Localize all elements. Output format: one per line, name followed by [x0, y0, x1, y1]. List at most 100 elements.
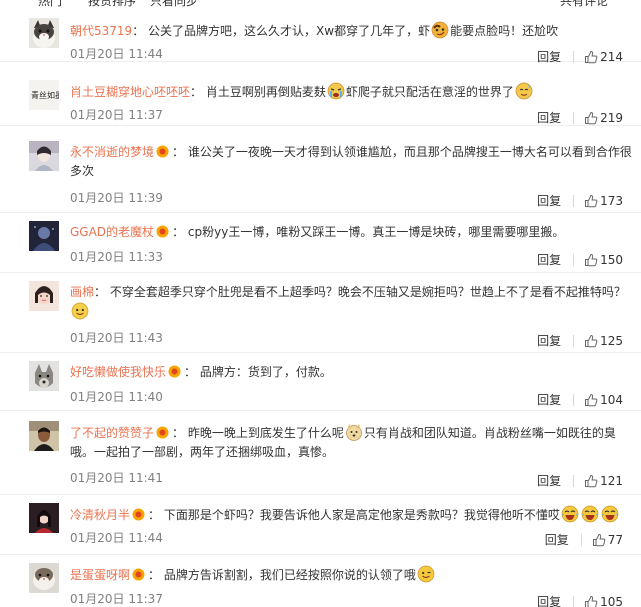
thumbs-up-icon: [585, 111, 598, 124]
comment-actions: 回复 173: [537, 192, 623, 209]
wink-emoji-icon: [417, 565, 435, 583]
reply-button[interactable]: 回复: [537, 593, 561, 607]
comment-item: GGAD的老魔杖 ： cp粉yy王一博，唯粉又踩王一博。真王一博是块砖，哪里需要哪…: [0, 213, 641, 273]
comment-text: 品牌方：货到了，付款。: [199, 365, 332, 379]
comment-item: 画棉： 不穿全套超季只穿个肚兜是看不上超季吗？晚会不压轴又是婉拒吗？世趋上不了是…: [0, 273, 641, 353]
thumbs-up-icon: [585, 595, 598, 607]
action-divider: [573, 253, 575, 266]
thumbs-up-icon: [585, 393, 598, 406]
comment-text: 公关了品牌方吧，这么久才认，Xw都穿了几年了，虾: [148, 24, 431, 38]
comment-text: 谁公关了一夜晚一天才得到认领谁尴尬，而且那个品牌搜王一博大名可以看到合作很多次: [70, 145, 632, 178]
avatar[interactable]: [29, 141, 59, 171]
avatar[interactable]: [29, 221, 59, 251]
username-link[interactable]: 画棉: [70, 285, 94, 299]
thumbs-up-icon: [592, 533, 606, 546]
thumbs-up-icon: [585, 334, 598, 347]
reply-button[interactable]: 回复: [537, 109, 561, 126]
like-button[interactable]: 219: [584, 111, 623, 125]
crying-emoji-icon: [327, 82, 345, 100]
vip-badge-icon: [132, 568, 145, 581]
comment-text: 品牌方告诉割割，我们已经按照你说的认领了哦: [163, 568, 416, 582]
vip-badge-icon: [156, 225, 169, 238]
comment-actions: 回复 214: [537, 48, 623, 65]
like-button[interactable]: 173: [584, 194, 623, 208]
username-link[interactable]: 是蛋蛋呀啊: [70, 568, 130, 582]
like-count: 173: [600, 193, 623, 208]
comment-item: 青丝如墨 肖土豆糊穿地心呸呸呸： 肖土豆啊别再倒贴麦麸 虾爬子就只配活在意淫的世界…: [0, 72, 641, 126]
avatar[interactable]: [29, 281, 59, 311]
comment-timestamp: 01月20日 11:41: [70, 471, 163, 485]
username-link[interactable]: 了不起的赞赞子: [70, 426, 154, 440]
comment-actions: 回复 104: [537, 391, 623, 408]
comment-actions: 回复 77: [545, 531, 623, 548]
avatar[interactable]: [29, 361, 59, 391]
like-button[interactable]: 104: [584, 393, 623, 407]
like-count: 77: [607, 532, 623, 547]
like-button[interactable]: 125: [584, 334, 623, 348]
comment-actions: 回复 105: [537, 593, 623, 607]
thumbs-up-icon: [585, 194, 598, 207]
action-divider: [573, 595, 575, 607]
separator: ：: [172, 426, 185, 440]
comment-text: 不穿全套超季只穿个肚兜是看不上超季吗？晚会不压轴又是婉拒吗？世趋上不了是看不起推…: [109, 285, 626, 299]
comment-body: GGAD的老魔杖 ： cp粉yy王一博，唯粉又踩王一博。真王一博是块砖，哪里需要哪…: [70, 223, 632, 242]
username-link[interactable]: 朝代53719: [70, 24, 132, 38]
sort-bar: 热门 按赞排序 只看同步 共有评论: [0, 0, 641, 8]
comment-body: 了不起的赞赞子： 昨晚一晚上到底发生了什么呢 只有肖战和团队知道。肖战粉丝嘴一如既…: [70, 423, 632, 462]
like-count: 150: [600, 252, 623, 267]
comment-actions: 回复 150: [537, 251, 623, 268]
avatar[interactable]: [29, 18, 59, 48]
like-count: 104: [600, 392, 623, 407]
like-button[interactable]: 77: [592, 533, 623, 547]
comment-text-continued: 虾爬子就只配活在意淫的世界了: [345, 85, 514, 99]
reply-button[interactable]: 回复: [545, 531, 569, 548]
reply-button[interactable]: 回复: [537, 332, 561, 349]
like-button[interactable]: 105: [584, 595, 623, 607]
laughing-emoji-icon: [561, 505, 579, 523]
username-link[interactable]: 肖土豆糊穿地心呸呸呸: [70, 85, 190, 99]
action-divider: [573, 334, 575, 347]
separator: ：: [132, 24, 145, 38]
avatar[interactable]: [29, 421, 59, 451]
vip-badge-icon: [168, 365, 181, 378]
comment-timestamp: 01月20日 11:37: [70, 108, 163, 122]
username-link[interactable]: 好吃懒做使我快乐: [70, 365, 166, 379]
comment-feed: 热门 按赞排序 只看同步 共有评论 朝代53719： 公关了品牌方吧，这么久才认…: [0, 0, 641, 607]
avatar[interactable]: 青丝如墨: [29, 80, 59, 110]
like-count: 121: [600, 473, 623, 488]
avatar[interactable]: [29, 563, 59, 593]
thumbs-up-icon: [585, 474, 598, 487]
reply-button[interactable]: 回复: [537, 48, 561, 65]
comment-timestamp: 01月20日 11:39: [70, 191, 163, 205]
comment-body: 冷清秋月半 ： 下面那是个虾吗？我要告诉他人家是高定他家是秀款吗？我觉得他听不懂哎: [70, 505, 632, 525]
reply-button[interactable]: 回复: [537, 251, 561, 268]
sweat-emoji-icon: [515, 82, 533, 100]
comment-item: 了不起的赞赞子： 昨晚一晚上到底发生了什么呢 只有肖战和团队知道。肖战粉丝嘴一如既…: [0, 411, 641, 495]
vip-badge-icon: [156, 426, 169, 439]
username-link[interactable]: 冷清秋月半: [70, 508, 130, 522]
comment-actions: 回复 219: [537, 109, 623, 126]
comment-item: 永不消逝的梦境 ： 谁公关了一夜晚一天才得到认领谁尴尬，而且那个品牌搜王一博大名可…: [0, 135, 641, 213]
avatar[interactable]: [29, 503, 59, 533]
reply-button[interactable]: 回复: [537, 472, 561, 489]
comment-item: 好吃懒做使我快乐 ： 品牌方：货到了，付款。 01月20日 11:40 回复 10…: [0, 353, 641, 411]
comment-item: 是蛋蛋呀啊 ： 品牌方告诉割割，我们已经按照你说的认领了哦 01月20日 11:3…: [0, 555, 641, 607]
like-button[interactable]: 214: [584, 50, 623, 64]
action-divider: [573, 474, 575, 487]
like-count: 219: [600, 110, 623, 125]
comment-actions: 回复 125: [537, 332, 623, 349]
username-link[interactable]: 永不消逝的梦境: [70, 145, 154, 159]
laughing-emoji-icon: [601, 505, 619, 523]
username-link[interactable]: GGAD的老魔杖: [70, 225, 154, 239]
reply-button[interactable]: 回复: [537, 391, 561, 408]
comment-timestamp: 01月20日 11:37: [70, 592, 163, 606]
like-button[interactable]: 121: [584, 474, 623, 488]
like-button[interactable]: 150: [584, 253, 623, 267]
comment-body: 肖土豆糊穿地心呸呸呸： 肖土豆啊别再倒贴麦麸 虾爬子就只配活在意淫的世界了: [70, 82, 632, 102]
comment-timestamp: 01月20日 11:40: [70, 390, 163, 404]
comment-body: 是蛋蛋呀啊 ： 品牌方告诉割割，我们已经按照你说的认领了哦: [70, 565, 632, 585]
reply-button[interactable]: 回复: [537, 192, 561, 209]
separator: ：: [148, 508, 161, 522]
comment-body: 永不消逝的梦境 ： 谁公关了一夜晚一天才得到认领谁尴尬，而且那个品牌搜王一博大名可…: [70, 143, 632, 181]
like-count: 105: [600, 594, 623, 607]
